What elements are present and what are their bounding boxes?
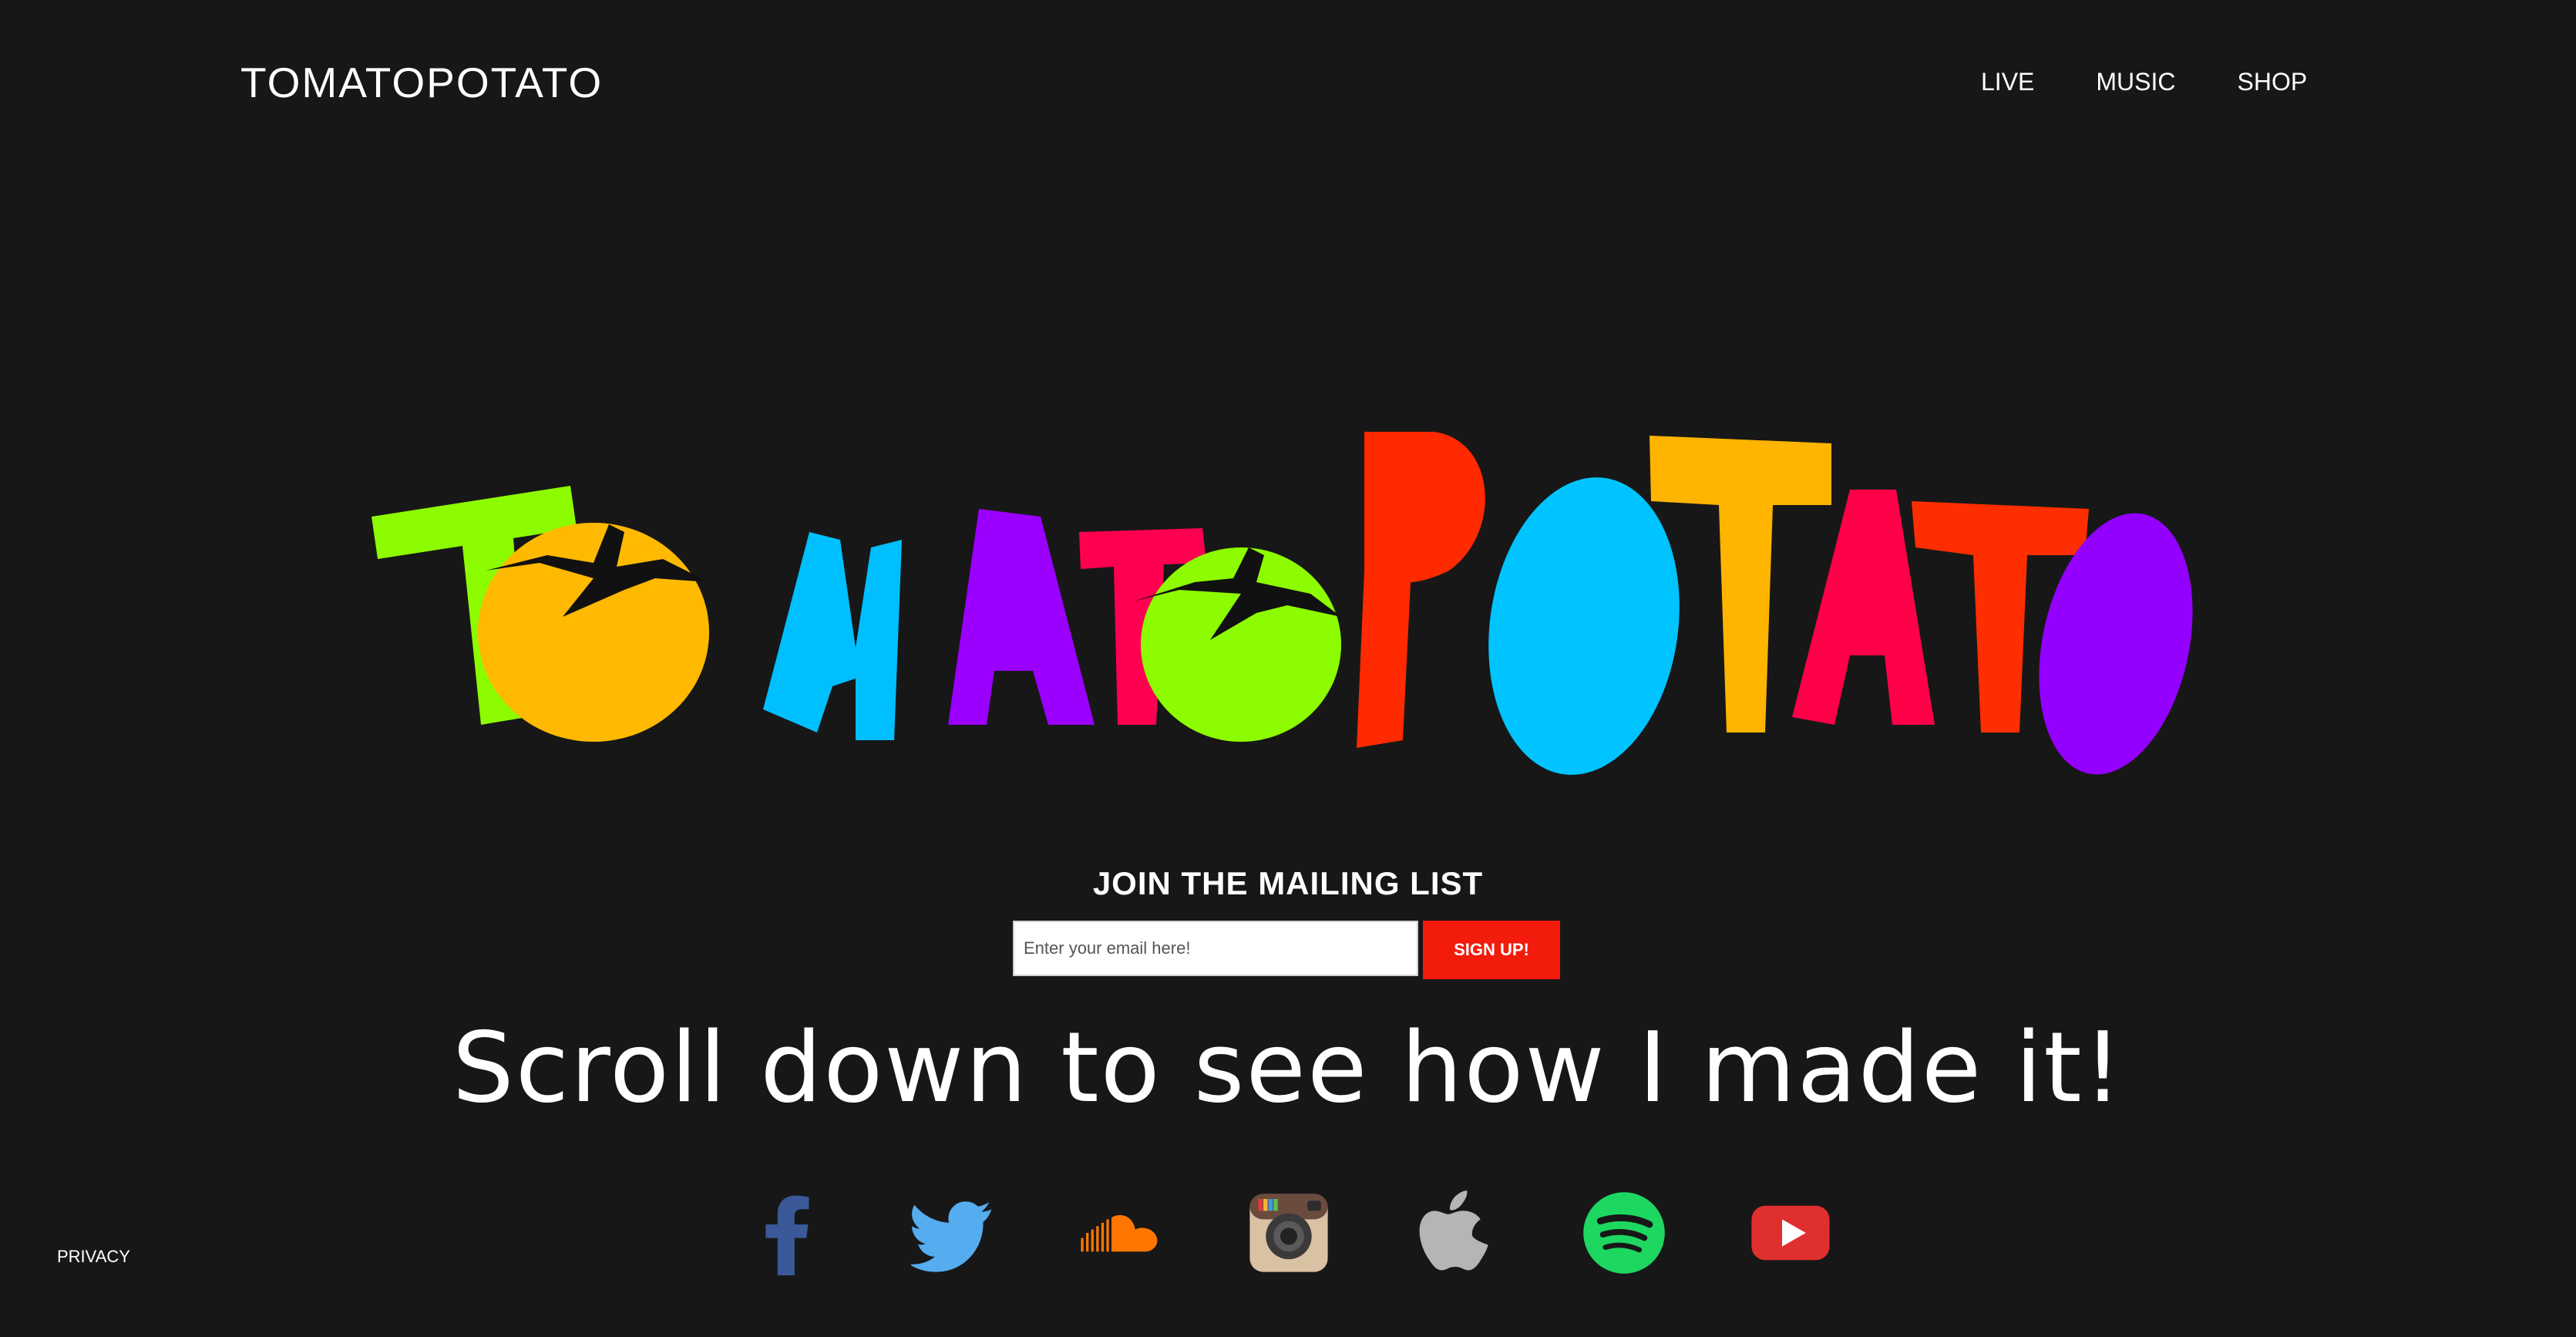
youtube-link[interactable] <box>1748 1191 1833 1275</box>
logo-letter-o-tomato-1 <box>478 523 709 742</box>
facebook-icon <box>765 1195 809 1275</box>
signup-form: SIGN UP! <box>1013 921 1560 979</box>
logo-letter-m-1 <box>763 532 902 740</box>
scroll-prompt: Scroll down to see how I made it! <box>452 1011 2124 1124</box>
twitter-icon <box>911 1201 992 1272</box>
main-nav: LIVE MUSIC SHOP <box>1981 65 2307 99</box>
mailing-list-title: JOIN THE MAILING LIST <box>1092 865 1484 901</box>
instagram-link[interactable] <box>1246 1191 1331 1275</box>
logo-letter-o-potato-1 <box>1488 477 1680 775</box>
logo-letter-p <box>1357 432 1485 748</box>
email-field[interactable] <box>1013 921 1418 976</box>
spotify-link[interactable] <box>1582 1191 1666 1275</box>
spotify-icon <box>1583 1192 1665 1274</box>
apple-icon <box>1419 1191 1488 1271</box>
nav-music[interactable]: MUSIC <box>2096 65 2175 99</box>
brand-logo[interactable]: TOMATOPOTATO <box>240 57 603 108</box>
hero-logo-artwork <box>372 432 2193 775</box>
logo-letter-a-1 <box>948 509 1095 725</box>
nav-shop[interactable]: SHOP <box>2237 65 2307 99</box>
apple-music-link[interactable] <box>1414 1191 1499 1275</box>
facebook-link[interactable] <box>745 1191 830 1275</box>
soundcloud-icon <box>1081 1214 1158 1252</box>
logo-letter-a-2 <box>1792 490 1935 725</box>
nav-live[interactable]: LIVE <box>1981 65 2034 99</box>
hero-logo <box>362 416 2212 786</box>
soundcloud-link[interactable] <box>1078 1191 1162 1275</box>
sign-up-button[interactable]: SIGN UP! <box>1423 921 1560 979</box>
privacy-link[interactable]: PRIVACY <box>57 1246 130 1268</box>
twitter-link[interactable] <box>911 1191 996 1275</box>
instagram-icon <box>1249 1194 1328 1272</box>
youtube-icon <box>1751 1205 1830 1261</box>
social-links <box>0 1191 2576 1275</box>
